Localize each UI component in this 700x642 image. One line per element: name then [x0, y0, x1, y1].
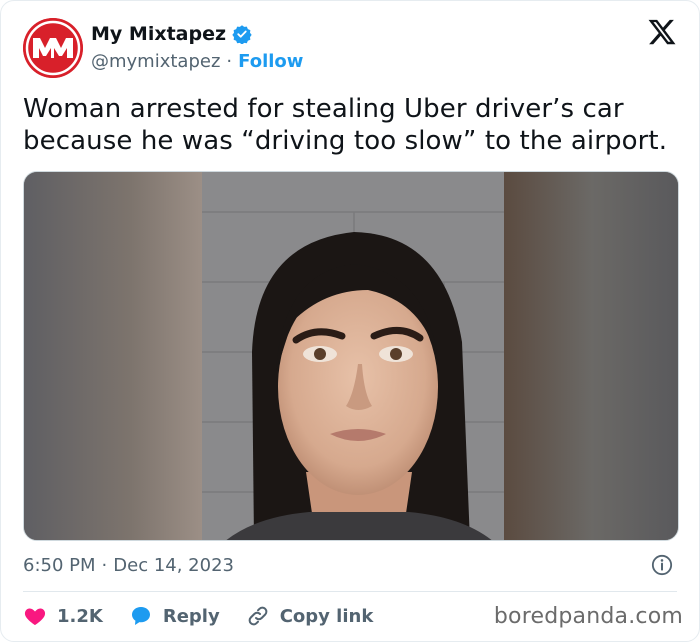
separator-dot: ·: [226, 50, 233, 72]
copy-link-label: Copy link: [279, 605, 374, 627]
tweet-card: My Mixtapez @mymixtapez · Follow Woman a…: [0, 0, 700, 642]
info-icon[interactable]: [651, 554, 673, 576]
avatar[interactable]: [23, 18, 83, 78]
like-count: 1.2K: [57, 605, 103, 627]
author-name-row: My Mixtapez: [91, 21, 252, 47]
copy-link-button[interactable]: Copy link: [246, 604, 374, 628]
tweet-time: 6:50 PM: [23, 554, 96, 576]
tweet-timestamp[interactable]: 6:50 PM · Dec 14, 2023: [23, 552, 234, 578]
tweet-text: Woman arrested for stealing Uber driver’…: [23, 94, 668, 156]
separator-dot: ·: [101, 554, 108, 576]
divider: [23, 591, 677, 592]
reply-button[interactable]: Reply: [129, 604, 220, 628]
reply-label: Reply: [162, 605, 220, 627]
mugshot-photo: [24, 172, 678, 540]
reply-bubble-icon: [131, 607, 150, 625]
verified-badge-icon: [232, 25, 252, 44]
author-handle-row: @mymixtapez · Follow: [91, 48, 303, 74]
mymixtapez-logo-icon: [23, 18, 83, 78]
author-handle[interactable]: @mymixtapez: [91, 51, 220, 72]
tweet-media[interactable]: [23, 171, 679, 541]
author-display-name[interactable]: My Mixtapez: [91, 23, 226, 45]
heart-icon: [24, 608, 46, 625]
tweet-actions: 1.2K Reply Copy link: [23, 601, 399, 631]
tweet-date: Dec 14, 2023: [113, 554, 234, 576]
watermark: boredpanda.com: [493, 604, 683, 629]
link-icon: [248, 606, 268, 626]
x-logo-icon[interactable]: [647, 17, 677, 47]
like-button[interactable]: 1.2K: [23, 604, 103, 628]
follow-button[interactable]: Follow: [238, 51, 303, 72]
